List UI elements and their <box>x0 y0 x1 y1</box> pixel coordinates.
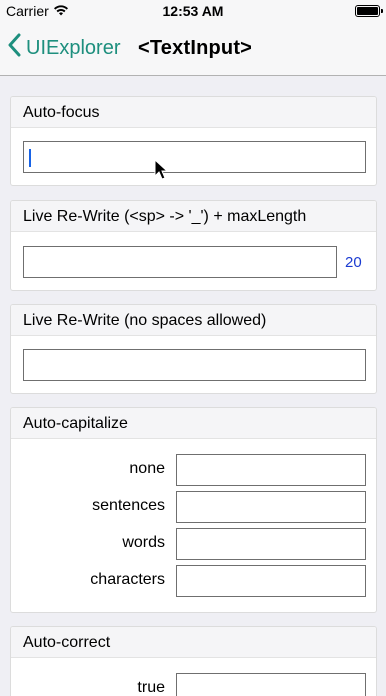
section-auto-focus: Auto-focus <box>10 96 377 186</box>
clock: 12:53 AM <box>162 3 224 19</box>
auto-focus-input[interactable] <box>23 141 366 173</box>
live-rewrite-input[interactable] <box>23 246 337 278</box>
status-bar: Carrier 12:53 AM <box>0 0 386 22</box>
autocorrect-true-input[interactable] <box>176 673 366 696</box>
section-auto-capitalize: Auto-capitalize none sentences words cha… <box>10 407 377 613</box>
mouse-pointer-icon <box>154 158 169 186</box>
row-label-characters: characters <box>90 571 165 588</box>
section-title: Auto-focus <box>11 97 376 128</box>
row-label-true: true <box>137 679 165 696</box>
row-label-words: words <box>122 534 165 551</box>
section-auto-correct: Auto-correct true <box>10 626 377 696</box>
autocap-characters-input[interactable] <box>176 565 366 597</box>
row-label-sentences: sentences <box>92 497 165 514</box>
autocap-none-input[interactable] <box>176 454 366 486</box>
section-live-rewrite-maxlength: Live Re-Write (<sp> -> '_') + maxLength … <box>10 200 377 291</box>
autocap-words-input[interactable] <box>176 528 366 560</box>
text-cursor <box>29 149 31 167</box>
char-counter: 20 <box>345 254 362 271</box>
no-spaces-input[interactable] <box>23 349 366 381</box>
row-label-none: none <box>129 460 165 477</box>
section-title: Live Re-Write (no spaces allowed) <box>11 305 376 336</box>
back-button[interactable]: UIExplorer <box>8 33 120 63</box>
section-live-rewrite-nospaces: Live Re-Write (no spaces allowed) <box>10 304 377 394</box>
section-title: Auto-correct <box>11 627 376 658</box>
page-title: <TextInput> <box>138 37 253 59</box>
navigation-bar: UIExplorer <TextInput> <box>0 22 386 76</box>
autocap-sentences-input[interactable] <box>176 491 366 523</box>
section-title: Live Re-Write (<sp> -> '_') + maxLength <box>11 201 376 232</box>
back-label: UIExplorer <box>26 36 121 59</box>
battery-icon <box>355 5 383 17</box>
chevron-left-icon <box>8 33 26 63</box>
section-title: Auto-capitalize <box>11 408 376 439</box>
